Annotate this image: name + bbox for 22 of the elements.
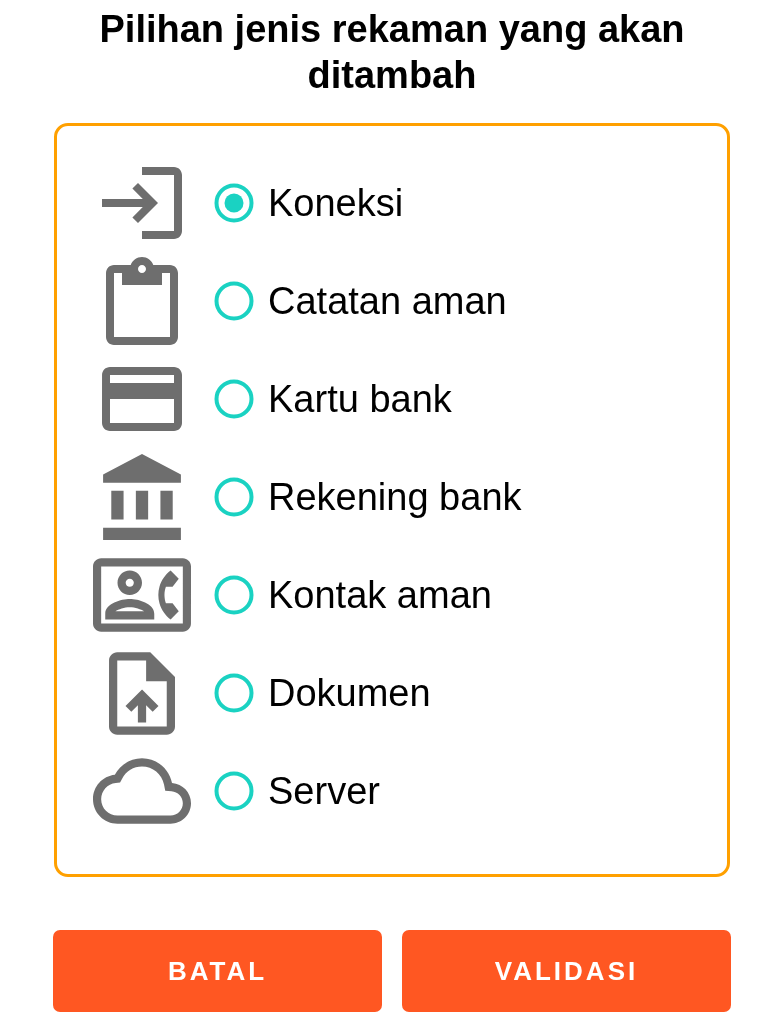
option-label[interactable]: Catatan aman (268, 278, 507, 324)
radio-button[interactable] (214, 673, 254, 713)
option-label[interactable]: Rekening bank (268, 474, 522, 520)
bank-icon (101, 454, 183, 540)
radio-button[interactable] (214, 477, 254, 517)
file-upload-icon (109, 651, 175, 735)
radio-button[interactable] (214, 771, 254, 811)
clipboard-icon (106, 257, 178, 345)
option-label[interactable]: Dokumen (268, 670, 431, 716)
credit-card-icon (102, 367, 182, 431)
radio-button[interactable] (214, 281, 254, 321)
cloud-icon (93, 758, 191, 824)
login-icon (102, 167, 182, 239)
option-label[interactable]: Kartu bank (268, 376, 452, 422)
radio-button[interactable] (214, 379, 254, 419)
dialog-title: Pilihan jenis rekaman yang akan ditambah (98, 7, 686, 98)
contact-card-icon (93, 558, 191, 632)
option-label[interactable]: Koneksi (268, 180, 404, 226)
radio-button[interactable] (214, 575, 254, 615)
option-label[interactable]: Server (268, 768, 380, 814)
option-label[interactable]: Kontak aman (268, 572, 492, 618)
radio-button[interactable] (214, 183, 254, 223)
